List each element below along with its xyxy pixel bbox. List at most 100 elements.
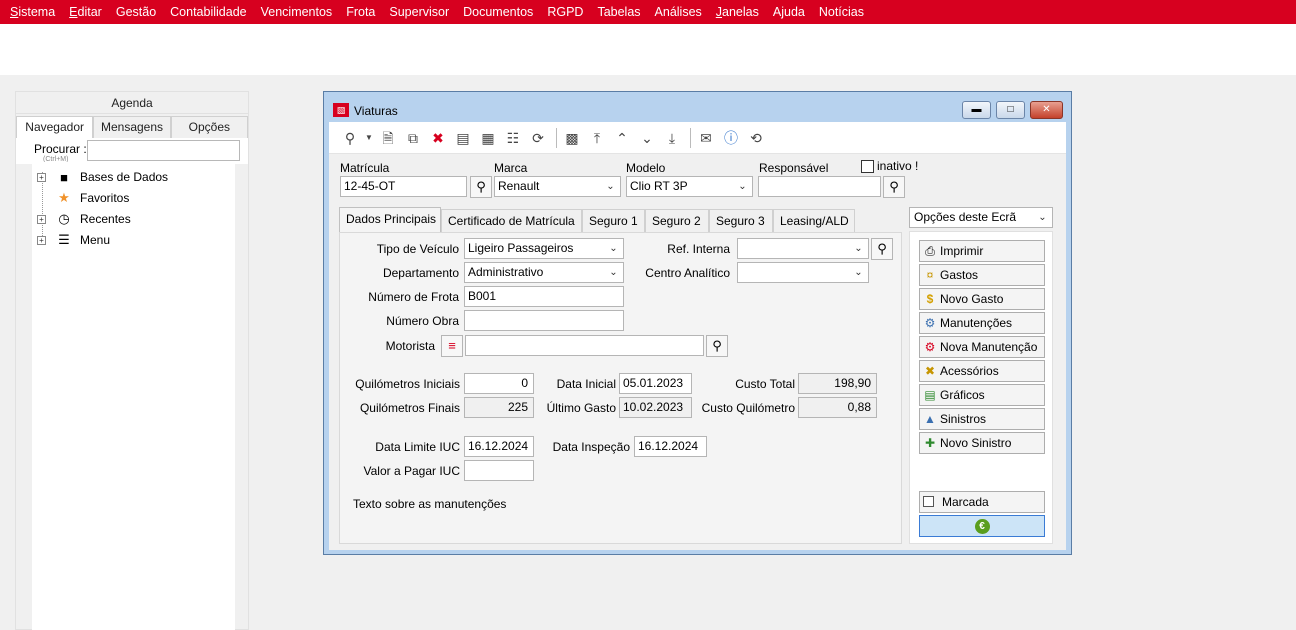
marca-select[interactable]: Renault ⌄ [494,176,621,197]
nova-manutencao-button[interactable]: ⚙ Nova Manutenção [919,336,1045,358]
previous-record-icon[interactable]: ⌃ [611,127,633,149]
menu-analises[interactable]: Análises [648,5,709,19]
tab-certificado[interactable]: Certificado de Matrícula [441,209,582,232]
tab-seguro-3[interactable]: Seguro 3 [709,209,773,232]
tab-navegador[interactable]: Navegador [16,116,94,138]
menu-supervisor[interactable]: Supervisor [382,5,456,19]
chevron-down-icon[interactable]: ⌄ [602,178,619,195]
marcada-toggle[interactable]: Marcada [919,491,1045,513]
manutencoes-button[interactable]: ⚙ Manutenções [919,312,1045,334]
iuc-field[interactable]: 16.12.2024 [464,436,534,457]
menu-janelas[interactable]: Janelas [709,5,766,19]
tree-item-menu[interactable]: + ☰ Menu [32,230,110,250]
novo-sinistro-button[interactable]: ✚ Novo Sinistro [919,432,1045,454]
minimize-button[interactable]: ▬ [962,101,991,119]
acessorios-button[interactable]: ✖ Acessórios [919,360,1045,382]
help-icon[interactable]: ⓘ [720,127,742,149]
chevron-down-icon[interactable]: ⌄ [850,240,867,257]
menu-documentos[interactable]: Documentos [456,5,540,19]
options-select[interactable]: Opções deste Ecrã ⌄ [909,207,1053,228]
form-view-icon[interactable]: ▤ [452,127,474,149]
euro-button[interactable]: € [919,515,1045,537]
gastos-button[interactable]: ¤ Gastos [919,264,1045,286]
valoriuc-field[interactable] [464,460,534,481]
comment-icon[interactable]: ✉ [695,127,717,149]
tab-mensagens[interactable]: Mensagens [93,116,171,138]
chevron-down-icon[interactable]: ⌄ [734,178,751,195]
menu-vencimentos[interactable]: Vencimentos [254,5,340,19]
imprimir-button[interactable]: ⎙ Imprimir [919,240,1045,262]
preview-icon[interactable]: ▩ [561,127,583,149]
chevron-down-icon[interactable]: ⌄ [1034,209,1051,226]
menu-ajuda[interactable]: Ajuda [766,5,812,19]
hamburger-icon: ☰ [58,232,70,247]
dados-principais-panel: Tipo de Veículo Ligeiro Passageiros ⌄ Dep… [339,232,902,544]
custotot-label: Custo Total [735,377,795,391]
expand-icon[interactable]: + [37,235,46,245]
motorista-search-button[interactable]: ⚲ [706,335,728,357]
centro-select[interactable]: ⌄ [737,262,869,283]
departamento-select[interactable]: Administrativo ⌄ [464,262,624,283]
refint-select[interactable]: ⌄ [737,238,869,259]
find-icon[interactable]: ☷ [502,127,524,149]
tab-opcoes[interactable]: Opções [170,116,248,138]
motorista-field[interactable] [465,335,704,356]
copy-icon[interactable]: ⧉ [402,127,424,149]
menu-editar[interactable]: Editar [62,5,109,19]
sinistros-button[interactable]: ▲ Sinistros [919,408,1045,430]
matricula-field[interactable]: 12-45-OT [340,176,467,197]
grid-view-icon[interactable]: ▦ [477,127,499,149]
menu-rgpd[interactable]: RGPD [540,5,590,19]
chevron-down-icon[interactable]: ⌄ [605,240,622,257]
menu-tabelas[interactable]: Tabelas [590,5,647,19]
refresh-icon[interactable]: ⟳ [527,127,549,149]
chevron-down-icon[interactable]: ⌄ [605,264,622,281]
tab-leasing[interactable]: Leasing/ALD [773,209,855,232]
refint-label: Ref. Interna [667,242,730,256]
new-document-icon[interactable]: 🗎 [377,127,399,149]
search-icon[interactable]: ⚲ [339,127,361,149]
graficos-button[interactable]: ▤ Gráficos [919,384,1045,406]
tab-dados-principais[interactable]: Dados Principais [339,207,441,232]
inspecao-field[interactable]: 16.12.2024 [634,436,707,457]
modelo-select[interactable]: Clio RT 3P ⌄ [626,176,753,197]
first-record-icon[interactable]: ⤒ [586,127,608,149]
frota-field[interactable]: B001 [464,286,624,307]
window-titlebar[interactable]: ▧ Viaturas ▬ □ ✕ [324,92,1071,122]
expand-icon[interactable]: + [37,214,46,224]
obra-field[interactable] [464,310,624,331]
menu-sistema[interactable]: Sistema [3,5,62,19]
menu-frota[interactable]: Frota [339,5,382,19]
marcada-checkbox[interactable] [923,496,934,507]
refint-search-button[interactable]: ⚲ [871,238,893,260]
menu-noticias[interactable]: Notícias [812,5,871,19]
next-record-icon[interactable]: ⌄ [636,127,658,149]
dataini-field[interactable]: 05.01.2023 [619,373,692,394]
matricula-search-button[interactable]: ⚲ [470,176,492,198]
chevron-down-icon[interactable]: ⌄ [850,264,867,281]
last-record-icon[interactable]: ⤓ [661,127,683,149]
agenda-header[interactable]: Agenda [16,92,248,114]
reload-icon[interactable]: ⟲ [745,127,767,149]
tree-item-favoritos[interactable]: ★ Favoritos [32,188,129,208]
inativo-checkbox[interactable] [861,160,874,173]
novo-gasto-button[interactable]: $ Novo Gasto [919,288,1045,310]
tree-item-bases[interactable]: + ■ Bases de Dados [32,167,168,187]
menu-contabilidade[interactable]: Contabilidade [163,5,253,19]
dropdown-arrow-icon[interactable]: ▼ [364,127,374,149]
custotot-field: 198,90 [798,373,877,394]
close-button[interactable]: ✕ [1030,101,1063,119]
kmini-field[interactable]: 0 [464,373,534,394]
tab-seguro-1[interactable]: Seguro 1 [582,209,645,232]
tab-seguro-2[interactable]: Seguro 2 [645,209,709,232]
menu-gestao[interactable]: Gestão [109,5,163,19]
expand-icon[interactable]: + [37,172,46,182]
responsavel-field[interactable] [758,176,881,197]
delete-icon[interactable]: ✖ [427,127,449,149]
search-input[interactable] [87,140,240,161]
tipo-select[interactable]: Ligeiro Passageiros ⌄ [464,238,624,259]
tree-item-recentes[interactable]: + ◷ Recentes [32,209,131,229]
list-icon[interactable]: ≡ [441,335,463,357]
responsavel-search-button[interactable]: ⚲ [883,176,905,198]
maximize-button[interactable]: □ [996,101,1025,119]
